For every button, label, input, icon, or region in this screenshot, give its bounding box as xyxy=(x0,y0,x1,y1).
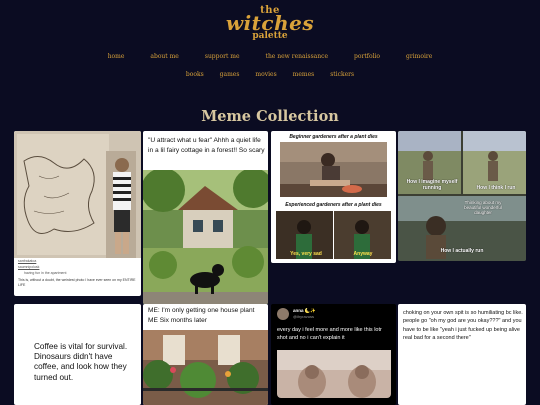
distraught-woman-image xyxy=(280,142,387,197)
primary-nav: home about me support me the new renaiss… xyxy=(0,53,540,60)
caption-username-2: saumnipolusk xyxy=(18,265,40,269)
meme-card-lotr-tweet[interactable]: anna 🌜✨ @ihyravuss every day i feel more… xyxy=(271,304,396,405)
meme-card-choking[interactable]: choking on your own spit is so humiliati… xyxy=(398,304,526,405)
nav-support-me[interactable]: support me xyxy=(205,53,240,60)
nav-stickers[interactable]: stickers xyxy=(330,71,354,78)
meme-text: Coffee is vital for survival. Dinosaurs … xyxy=(34,342,128,382)
meme-text: "U attract what u fear" Ahhh a quiet lif… xyxy=(148,137,265,154)
balcony-plants-photo xyxy=(143,330,268,405)
caption-line-1: having fun in the apartment xyxy=(24,271,67,275)
page-title: Meme Collection xyxy=(201,108,339,125)
nav-books[interactable]: books xyxy=(186,71,204,78)
meme-card-gardeners[interactable]: Beginner gardeners after a plant dies Ex… xyxy=(271,131,396,263)
meme-top-caption: Beginner gardeners after a plant dies xyxy=(289,134,378,140)
nav-home[interactable]: home xyxy=(108,53,125,60)
meme-card-map-wall[interactable]: sanfrakatoa saumnipolusk having fun in t… xyxy=(14,131,141,296)
nav-about-me[interactable]: about me xyxy=(150,53,178,60)
nav-movies[interactable]: movies xyxy=(255,71,276,78)
running-caption-2: How I think I run xyxy=(476,185,516,191)
running-caption-4: Thinking about my beautiful wonderful da… xyxy=(464,200,502,215)
map-wall-photo xyxy=(14,131,141,258)
meme-card-running[interactable]: How I imagine myself running How I think… xyxy=(398,131,526,261)
meme-card-house-plant[interactable]: ME: I'm only getting one house plant ME … xyxy=(143,304,268,405)
running-panels-image xyxy=(398,131,526,261)
logo-line-3: palette xyxy=(252,31,288,41)
secondary-nav: books games movies memes stickers xyxy=(0,71,540,78)
nav-games[interactable]: games xyxy=(220,71,240,78)
nav-new-renaissance[interactable]: the new renaissance xyxy=(266,53,328,60)
caption-username: sanfrakatoa xyxy=(18,259,37,263)
running-caption-1: How I imagine myself running xyxy=(406,179,458,191)
nav-portfolio[interactable]: portfolio xyxy=(354,53,380,60)
meme-text: choking on your own spit is so humiliati… xyxy=(403,310,523,342)
tweet-text: every day i feel more and more like this… xyxy=(277,327,382,341)
nav-memes[interactable]: memes xyxy=(293,71,315,78)
meme-right-subtitle: Anyway xyxy=(353,251,373,257)
meme-card-fairy-cottage[interactable]: "U attract what u fear" Ahhh a quiet lif… xyxy=(143,131,268,304)
cottage-photo xyxy=(143,170,268,304)
avatar xyxy=(277,308,289,320)
meme-text: ME: I'm only getting one house plant ME … xyxy=(148,307,255,324)
caption-line-2: This is, without a doubt, the weirdest p… xyxy=(18,278,136,287)
meme-left-subtitle: Yes, very sad xyxy=(290,251,322,257)
tweet-handle: @ihyravuss xyxy=(293,314,314,319)
lotr-still-image xyxy=(277,350,391,398)
meme-mid-caption: Experienced gardeners after a plant dies xyxy=(285,202,382,208)
running-caption-3: How I actually run xyxy=(440,248,484,254)
nav-grimoire[interactable]: grimoire xyxy=(406,53,432,60)
meme-card-coffee[interactable]: Coffee is vital for survival. Dinosaurs … xyxy=(14,304,141,405)
